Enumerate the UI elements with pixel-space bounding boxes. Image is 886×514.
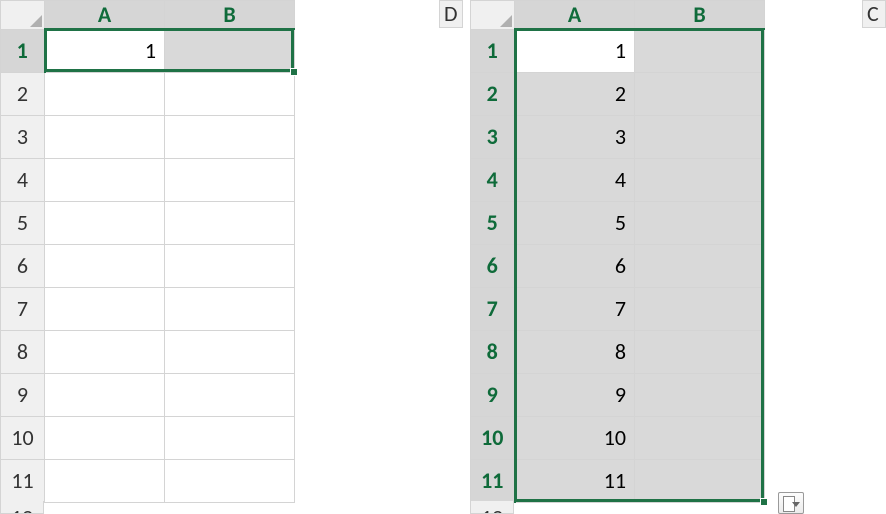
- row-header[interactable]: 10: [471, 416, 515, 459]
- cell[interactable]: [45, 287, 165, 330]
- spreadsheet-left[interactable]: A B 11 2 3 4 5 6 7 8 9 10 11: [0, 0, 295, 503]
- cell[interactable]: [165, 29, 295, 72]
- cell[interactable]: [165, 287, 295, 330]
- row-header[interactable]: 2: [1, 72, 45, 115]
- cell[interactable]: [165, 158, 295, 201]
- row-header[interactable]: 2: [471, 72, 515, 115]
- row-header[interactable]: 7: [471, 287, 515, 330]
- cell[interactable]: [635, 115, 765, 158]
- cell[interactable]: [635, 373, 765, 416]
- row-header[interactable]: 11: [1, 459, 45, 502]
- cell[interactable]: [635, 459, 765, 502]
- cell[interactable]: [165, 459, 295, 502]
- row-header[interactable]: 12: [470, 501, 514, 514]
- col-header-a[interactable]: A: [515, 1, 635, 30]
- cell[interactable]: 5: [515, 201, 635, 244]
- cell[interactable]: 1: [515, 29, 635, 72]
- cell[interactable]: 2: [515, 72, 635, 115]
- spreadsheet-right[interactable]: A B 11 22 33 44 55 66 77 88 99 1010 1111: [470, 0, 765, 503]
- cell[interactable]: [165, 373, 295, 416]
- cell[interactable]: [635, 244, 765, 287]
- row-header[interactable]: 12: [0, 501, 44, 514]
- cell[interactable]: [635, 416, 765, 459]
- cell[interactable]: 6: [515, 244, 635, 287]
- col-header-d-partial[interactable]: D: [439, 0, 463, 28]
- col-header-b[interactable]: B: [635, 1, 765, 30]
- select-all-corner[interactable]: [471, 1, 515, 30]
- cell[interactable]: 4: [515, 158, 635, 201]
- cell[interactable]: [165, 201, 295, 244]
- cell[interactable]: [635, 158, 765, 201]
- cell[interactable]: [45, 158, 165, 201]
- cell[interactable]: [165, 416, 295, 459]
- row-header[interactable]: 9: [1, 373, 45, 416]
- cell[interactable]: 9: [515, 373, 635, 416]
- row-header[interactable]: 3: [1, 115, 45, 158]
- cell[interactable]: 10: [515, 416, 635, 459]
- cell[interactable]: [165, 330, 295, 373]
- cell[interactable]: 1: [45, 29, 165, 72]
- row-header[interactable]: 10: [1, 416, 45, 459]
- row-header[interactable]: 5: [1, 201, 45, 244]
- cell[interactable]: [165, 244, 295, 287]
- row-header[interactable]: 5: [471, 201, 515, 244]
- row-header[interactable]: 1: [1, 29, 45, 72]
- cell[interactable]: 3: [515, 115, 635, 158]
- cell[interactable]: [635, 29, 765, 72]
- autofill-options-icon[interactable]: [778, 492, 804, 514]
- row-header[interactable]: 4: [471, 158, 515, 201]
- row-header[interactable]: 8: [1, 330, 45, 373]
- cell[interactable]: [45, 115, 165, 158]
- fill-handle-left[interactable]: [290, 68, 298, 76]
- row-header[interactable]: 1: [471, 29, 515, 72]
- cell[interactable]: [45, 459, 165, 502]
- cell[interactable]: [635, 287, 765, 330]
- cell[interactable]: [45, 330, 165, 373]
- cell[interactable]: [45, 416, 165, 459]
- cell[interactable]: [45, 72, 165, 115]
- row-header[interactable]: 6: [1, 244, 45, 287]
- col-header-b[interactable]: B: [165, 1, 295, 30]
- cell[interactable]: [165, 115, 295, 158]
- cell[interactable]: [635, 201, 765, 244]
- cell[interactable]: [45, 373, 165, 416]
- row-header[interactable]: 6: [471, 244, 515, 287]
- cell[interactable]: [635, 330, 765, 373]
- cell[interactable]: [45, 244, 165, 287]
- row-header[interactable]: 9: [471, 373, 515, 416]
- cell[interactable]: 7: [515, 287, 635, 330]
- col-header-c-partial[interactable]: C: [862, 0, 886, 28]
- cell[interactable]: 11: [515, 459, 635, 502]
- cell[interactable]: [165, 72, 295, 115]
- cell[interactable]: 8: [515, 330, 635, 373]
- row-header[interactable]: 4: [1, 158, 45, 201]
- select-all-corner[interactable]: [1, 1, 45, 30]
- row-header[interactable]: 3: [471, 115, 515, 158]
- row-header[interactable]: 7: [1, 287, 45, 330]
- fill-handle-right[interactable]: [760, 498, 768, 506]
- cell[interactable]: [45, 201, 165, 244]
- row-header[interactable]: 8: [471, 330, 515, 373]
- col-header-a[interactable]: A: [45, 1, 165, 30]
- cell[interactable]: [635, 72, 765, 115]
- row-header[interactable]: 11: [471, 459, 515, 502]
